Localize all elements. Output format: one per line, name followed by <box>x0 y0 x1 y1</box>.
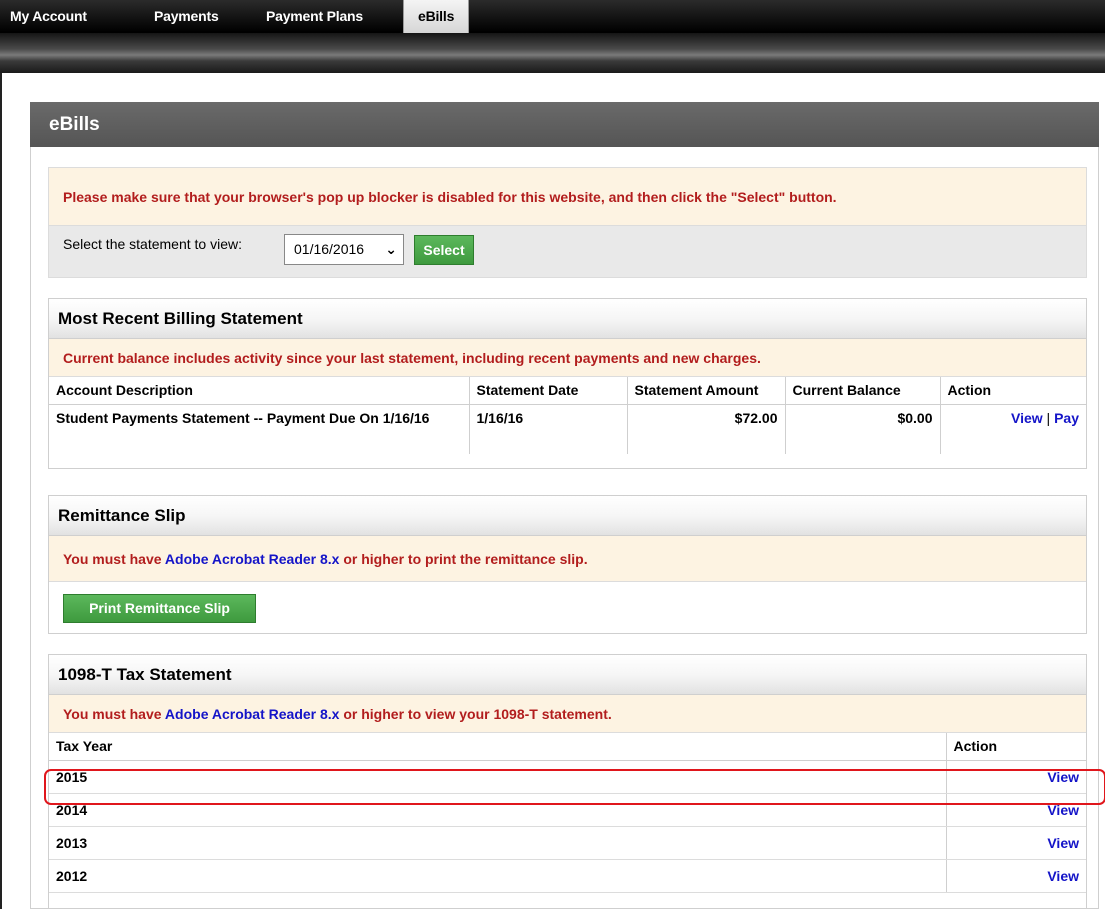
print-remittance-slip-button[interactable]: Print Remittance Slip <box>63 594 256 623</box>
billing-note: Current balance includes activity since … <box>49 339 1086 377</box>
billing-actions: View | Pay <box>940 405 1086 454</box>
billing-section-title: Most Recent Billing Statement <box>49 299 1086 339</box>
tax-note: You must have Adobe Acrobat Reader 8.x o… <box>49 695 1086 733</box>
page-title: eBills <box>30 102 1099 147</box>
tab-ebills[interactable]: eBills <box>403 0 470 33</box>
col-account-description: Account Description <box>49 377 470 405</box>
col-statement-amount: Statement Amount <box>627 377 786 405</box>
statement-select-label: Select the statement to view: <box>63 236 242 252</box>
tab-my-account[interactable]: My Account <box>10 0 87 32</box>
left-divider <box>0 73 2 909</box>
statement-dropdown-value: 01/16/2016 <box>294 241 365 257</box>
statement-date: 1/16/16 <box>469 404 628 454</box>
top-nav: My Account Payments Payment Plans eBills <box>0 0 1105 33</box>
note-text: You must have <box>63 551 162 567</box>
col-current-balance: Current Balance <box>785 377 941 405</box>
col-statement-date: Statement Date <box>469 377 628 405</box>
col-action: Action <box>940 377 1086 405</box>
adobe-reader-link[interactable]: Adobe Acrobat Reader 8.x <box>165 551 340 567</box>
statement-amount: $72.00 <box>627 404 786 454</box>
sub-nav-bar <box>0 33 1105 73</box>
pay-link[interactable]: Pay <box>1054 410 1079 426</box>
tax-year: 2012 <box>49 859 946 893</box>
statement-dropdown[interactable]: 01/16/2016 ⌄ <box>284 234 404 265</box>
billing-section: Most Recent Billing Statement Current ba… <box>48 298 1087 469</box>
note-text: or higher to view your 1098-T statement. <box>343 706 612 722</box>
action-cell: View <box>945 859 1086 893</box>
account-description: Student Payments Statement -- Payment Du… <box>49 404 470 454</box>
tab-payments[interactable]: Payments <box>154 0 219 32</box>
tax-year: 2013 <box>49 826 946 860</box>
select-button[interactable]: Select <box>414 235 474 265</box>
view-1098t-link[interactable]: View <box>1047 835 1079 851</box>
action-separator: | <box>1046 410 1051 426</box>
chevron-down-icon: ⌄ <box>385 241 397 257</box>
remittance-note: You must have Adobe Acrobat Reader 8.x o… <box>49 536 1086 582</box>
note-text: You must have <box>63 706 162 722</box>
table-row: Student Payments Statement -- Payment Du… <box>49 404 1086 454</box>
note-text: or higher to print the remittance slip. <box>343 551 588 567</box>
billing-table: Account Description Statement Date State… <box>49 377 1086 454</box>
current-balance: $0.00 <box>785 404 941 454</box>
tax-table: Tax Year Action 2015 View 2014 View 2013… <box>49 733 1086 893</box>
adobe-reader-link[interactable]: Adobe Acrobat Reader 8.x <box>165 706 340 722</box>
remittance-section-title: Remittance Slip <box>49 496 1086 536</box>
table-row: 2013 View <box>49 826 1086 860</box>
col-tax-year: Tax Year <box>49 733 946 761</box>
statement-select-bar: Select the statement to view: 01/16/2016… <box>48 226 1087 278</box>
popup-blocker-notice: Please make sure that your browser's pop… <box>48 167 1087 226</box>
col-action: Action <box>945 733 1086 761</box>
view-statement-link[interactable]: View <box>1011 410 1043 426</box>
tax-section-title: 1098-T Tax Statement <box>49 655 1086 695</box>
highlight-box-2015 <box>44 769 1105 805</box>
remittance-section: Remittance Slip You must have Adobe Acro… <box>48 495 1087 634</box>
table-row: 2012 View <box>49 859 1086 893</box>
action-cell: View <box>945 826 1086 860</box>
remittance-button-row: Print Remittance Slip <box>49 582 1086 634</box>
tab-payment-plans[interactable]: Payment Plans <box>266 0 363 32</box>
view-1098t-link[interactable]: View <box>1047 868 1079 884</box>
